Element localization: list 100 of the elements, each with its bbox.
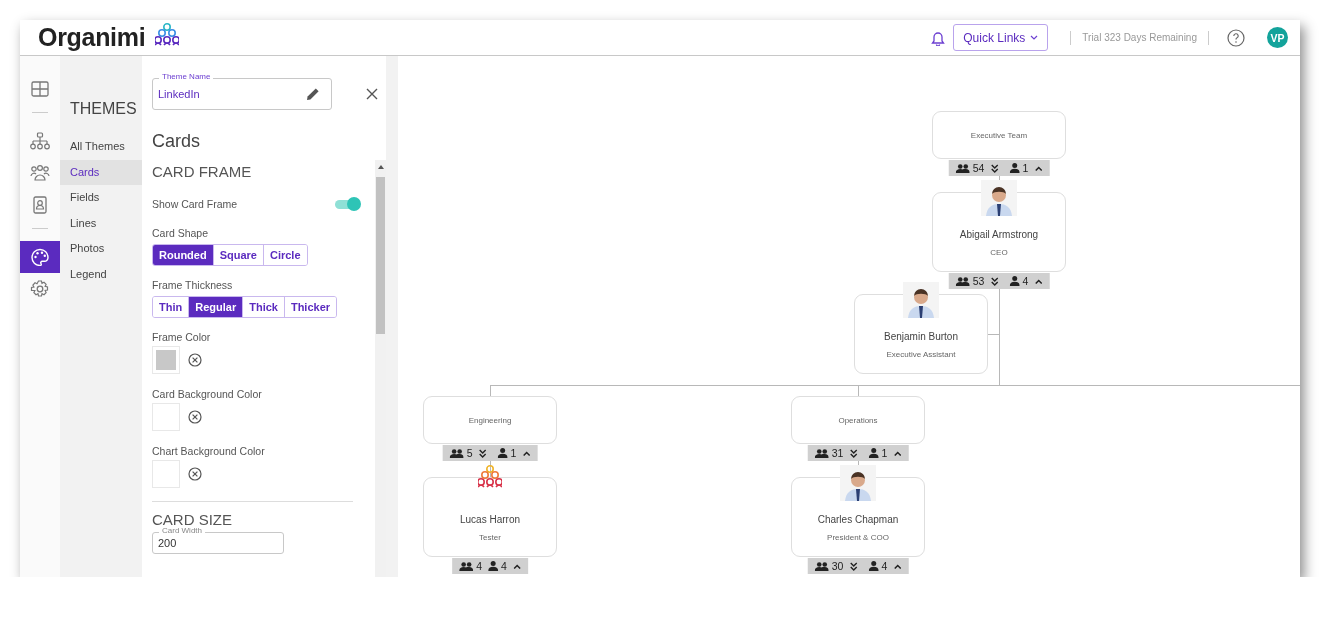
team-count: 31 bbox=[831, 447, 844, 459]
job-title: President & COO bbox=[827, 533, 889, 542]
team-name: Operations bbox=[838, 415, 878, 425]
menu-item[interactable]: Legend bbox=[60, 261, 142, 288]
segment-button[interactable]: Regular bbox=[188, 297, 243, 317]
logo-text: Organimi bbox=[38, 23, 146, 52]
person-icon bbox=[488, 561, 498, 571]
settings-icon bbox=[30, 280, 50, 298]
chevron-up-icon[interactable] bbox=[893, 563, 902, 569]
direct-count: 4 bbox=[1022, 275, 1029, 287]
team-card[interactable]: Engineering bbox=[423, 396, 557, 444]
person-icon bbox=[1009, 163, 1020, 173]
direct-count: 4 bbox=[881, 560, 888, 572]
option-label: Frame Color bbox=[152, 331, 212, 343]
quick-links-button[interactable]: Quick Links bbox=[953, 24, 1049, 51]
menu-item[interactable]: Lines bbox=[60, 210, 142, 237]
chevron-up-icon[interactable] bbox=[1034, 278, 1043, 284]
theme-name-field[interactable]: LinkedIn bbox=[152, 78, 332, 110]
team-count: 4 bbox=[476, 560, 482, 572]
menu-item[interactable]: Cards bbox=[60, 159, 142, 186]
nav-item[interactable] bbox=[20, 241, 60, 273]
connector-line bbox=[490, 461, 491, 477]
section-title: THEMES bbox=[69, 100, 138, 118]
team-card[interactable]: Executive Team bbox=[932, 111, 1066, 159]
field-label: Theme Name bbox=[159, 72, 214, 82]
clear-icon[interactable] bbox=[188, 467, 202, 481]
team-name: Engineering bbox=[468, 415, 512, 425]
scrollbar[interactable] bbox=[375, 160, 386, 577]
contact-card-icon bbox=[30, 196, 50, 214]
toggle-label: Show Card Frame bbox=[152, 198, 238, 210]
chevron-up-icon[interactable] bbox=[512, 563, 521, 569]
section-heading: CARD FRAME bbox=[152, 163, 253, 180]
group-icon bbox=[814, 561, 829, 571]
menu-item[interactable]: All Themes bbox=[60, 134, 142, 160]
person-card[interactable]: Benjamin Burton Executive Assistant bbox=[854, 294, 988, 374]
palette-icon bbox=[30, 248, 50, 266]
segment-button[interactable]: Circle bbox=[262, 245, 307, 265]
direct-count: 1 bbox=[510, 447, 517, 459]
person-name: Benjamin Burton bbox=[884, 331, 958, 342]
direct-count: 4 bbox=[501, 560, 507, 572]
close-icon[interactable] bbox=[366, 88, 378, 100]
person-name: Abigail Armstrong bbox=[959, 229, 1039, 240]
person-card[interactable]: Charles Chapman President & COO bbox=[791, 477, 925, 557]
option-label: Frame Thickness bbox=[152, 279, 234, 291]
toggle-switch[interactable] bbox=[335, 199, 359, 209]
caret-icon bbox=[1030, 35, 1039, 40]
people-icon bbox=[30, 164, 50, 182]
option-label: Card Shape bbox=[152, 227, 210, 239]
dashboard-icon bbox=[30, 80, 50, 98]
group-icon bbox=[955, 163, 970, 173]
group-icon bbox=[814, 448, 829, 458]
direct-count: 1 bbox=[881, 447, 888, 459]
option-label: Chart Background Color bbox=[152, 445, 266, 457]
menu-item[interactable]: Fields bbox=[60, 185, 142, 211]
segment-button[interactable]: Thicker bbox=[283, 297, 337, 317]
chevron-up-icon[interactable] bbox=[522, 450, 531, 456]
org-chart-icon bbox=[30, 132, 50, 150]
color-swatch[interactable] bbox=[152, 346, 180, 374]
group-icon bbox=[459, 561, 474, 571]
job-title: CEO bbox=[990, 248, 1008, 257]
clear-icon[interactable] bbox=[188, 353, 202, 367]
team-card[interactable]: Operations bbox=[791, 396, 925, 444]
direct-count: 1 bbox=[1022, 162, 1029, 174]
people-pyramid-icon bbox=[478, 465, 502, 488]
person-name: Lucas Harron bbox=[460, 514, 520, 525]
job-title: Executive Assistant bbox=[886, 350, 956, 359]
team-count: 30 bbox=[831, 560, 844, 572]
group-icon bbox=[449, 448, 464, 458]
double-chevron-icon[interactable] bbox=[849, 561, 858, 571]
double-chevron-icon[interactable] bbox=[849, 448, 858, 458]
double-chevron-icon[interactable] bbox=[990, 163, 999, 173]
person-icon bbox=[868, 561, 879, 571]
people-pyramid-icon bbox=[155, 23, 180, 46]
double-chevron-icon[interactable] bbox=[478, 448, 487, 458]
pencil-icon[interactable] bbox=[306, 87, 320, 101]
scroll-up-icon bbox=[377, 165, 384, 169]
person-name: Charles Chapman bbox=[817, 514, 899, 525]
help-icon[interactable] bbox=[1227, 28, 1245, 47]
bell-icon[interactable] bbox=[931, 29, 946, 46]
person-card[interactable]: Abigail Armstrong CEO bbox=[932, 192, 1066, 272]
chevron-up-icon[interactable] bbox=[893, 450, 902, 456]
trial-status-text: Trial 323 Days Remaining bbox=[1082, 32, 1197, 43]
person-icon bbox=[868, 448, 879, 458]
team-count: 53 bbox=[972, 275, 985, 287]
card-width-field[interactable]: 200 bbox=[152, 532, 284, 554]
segment-button[interactable]: Rounded bbox=[153, 245, 213, 265]
option-label: Card Background Color bbox=[152, 388, 263, 400]
person-icon bbox=[1009, 276, 1020, 286]
chevron-up-icon[interactable] bbox=[1034, 165, 1043, 171]
double-chevron-icon[interactable] bbox=[990, 276, 999, 286]
section-heading: CARD SIZE bbox=[152, 511, 233, 528]
clear-icon[interactable] bbox=[188, 410, 202, 424]
menu-item[interactable]: Photos bbox=[60, 236, 142, 262]
job-title: Tester bbox=[479, 533, 501, 542]
team-count: 54 bbox=[972, 162, 985, 174]
group-icon bbox=[955, 276, 970, 286]
team-count: 5 bbox=[466, 447, 473, 459]
panel-title: Cards bbox=[151, 130, 201, 152]
team-name: Executive Team bbox=[970, 130, 1028, 140]
person-card[interactable]: Lucas Harron Tester bbox=[423, 477, 557, 557]
